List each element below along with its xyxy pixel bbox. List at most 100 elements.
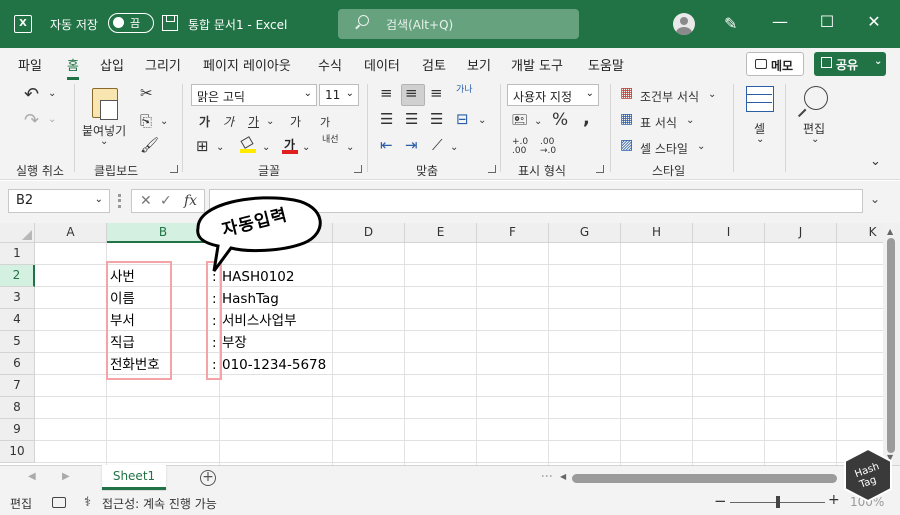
column-header[interactable]: K	[837, 223, 883, 243]
number-format-select[interactable]: 사용자 지정 ⌄	[507, 84, 599, 106]
row-header[interactable]: 5	[0, 331, 35, 353]
zoom-slider-knob[interactable]	[776, 496, 780, 508]
chevron-down-icon[interactable]: ⌄	[756, 134, 764, 145]
phonetic-button[interactable]: 내선	[322, 135, 339, 145]
conditional-format-icon[interactable]: ▦	[620, 85, 633, 101]
underline-dropdown-icon[interactable]: ⌄	[266, 116, 274, 127]
currency-icon[interactable]: 🖭	[512, 111, 527, 133]
name-box[interactable]: B2 ⌄	[8, 189, 110, 213]
row-header[interactable]: 7	[0, 375, 35, 397]
autosave-toggle[interactable]: 끔	[108, 13, 154, 33]
macro-record-icon[interactable]	[52, 497, 66, 508]
worksheet-grid[interactable]: A B C D E F G H I J K 1 2 3 4 5 6 7 8 9 …	[0, 223, 883, 465]
save-icon[interactable]	[162, 15, 178, 31]
cut-icon[interactable]: ✂	[140, 84, 153, 102]
tab-data[interactable]: 데이터	[364, 55, 400, 74]
zoom-out-icon[interactable]: −	[714, 492, 727, 510]
align-center-icon[interactable]: ☰	[405, 110, 418, 128]
tab-file[interactable]: 파일	[18, 55, 42, 74]
ribbon-collapse-icon[interactable]: ⌄	[870, 154, 881, 169]
underline-button[interactable]: 가	[248, 113, 259, 130]
tab-page-layout[interactable]: 페이지 레이아웃	[203, 55, 291, 74]
wrap-text-icon[interactable]: 가나	[456, 86, 473, 95]
orientation-dropdown-icon[interactable]: ⌄	[450, 142, 458, 153]
cell-c6[interactable]: 010-1234-5678	[222, 354, 326, 376]
tab-split-handle[interactable]: ⋮	[540, 470, 554, 482]
minimize-button[interactable]: —	[770, 12, 790, 31]
add-sheet-button[interactable]: +	[200, 470, 216, 486]
scroll-up-icon[interactable]: ▲	[887, 227, 893, 236]
tab-formulas[interactable]: 수식	[318, 55, 342, 74]
scroll-left-icon[interactable]: ◀	[560, 472, 566, 481]
vertical-scroll-thumb[interactable]	[887, 238, 895, 453]
column-header[interactable]: G	[549, 223, 621, 243]
chevron-down-icon[interactable]: ⌄	[686, 115, 694, 126]
column-header[interactable]: D	[333, 223, 405, 243]
maximize-button[interactable]: ☐	[817, 12, 837, 31]
border-icon[interactable]: ⊞	[196, 137, 209, 155]
format-painter-icon[interactable]: 🖌	[140, 136, 159, 154]
orientation-icon[interactable]: ⟋	[432, 136, 443, 154]
conditional-format-button[interactable]: 조건부 서식	[640, 88, 699, 105]
search-box[interactable]: 검색(Alt+Q)	[338, 9, 579, 39]
tab-view[interactable]: 보기	[467, 55, 491, 74]
decrease-decimal-icon[interactable]: .00 →.0	[540, 138, 556, 156]
comma-style-icon[interactable]: ,	[583, 108, 590, 129]
row-header[interactable]: 9	[0, 419, 35, 441]
font-color-icon[interactable]: 가	[282, 136, 298, 154]
chevron-down-icon[interactable]: ⌄	[697, 141, 705, 152]
font-color-dropdown-icon[interactable]: ⌄	[302, 142, 310, 153]
undo-icon[interactable]: ↶	[24, 84, 39, 105]
horizontal-scroll-thumb[interactable]	[572, 474, 837, 483]
column-header[interactable]: I	[693, 223, 765, 243]
increase-font-button[interactable]: 가	[290, 113, 301, 130]
memo-button[interactable]: 메모	[746, 52, 804, 76]
align-left-icon[interactable]: ☰	[380, 110, 393, 128]
chevron-down-icon[interactable]: ⌄	[708, 89, 716, 100]
border-dropdown-icon[interactable]: ⌄	[216, 142, 224, 153]
fill-color-icon[interactable]	[240, 136, 256, 153]
alignment-launcher-icon[interactable]	[488, 165, 496, 173]
sheet-tab-sheet1[interactable]: Sheet1	[102, 465, 166, 490]
column-header[interactable]: A	[35, 223, 107, 243]
clipboard-launcher-icon[interactable]	[170, 165, 178, 173]
font-launcher-icon[interactable]	[354, 165, 362, 173]
resize-handle[interactable]	[118, 194, 121, 208]
font-name-select[interactable]: 맑은 고딕 ⌄	[191, 84, 317, 106]
align-middle-icon[interactable]: ≡	[405, 84, 418, 102]
row-header[interactable]: 1	[0, 243, 35, 265]
tab-help[interactable]: 도움말	[588, 55, 624, 74]
row-header[interactable]: 6	[0, 353, 35, 375]
tab-home[interactable]: 홈	[67, 55, 79, 80]
enter-icon[interactable]: ✓	[160, 193, 172, 209]
select-all-button[interactable]	[0, 223, 35, 243]
merge-center-icon[interactable]: ⊟	[456, 110, 469, 128]
account-avatar[interactable]	[673, 13, 695, 35]
increase-indent-icon[interactable]: ⇥	[405, 136, 418, 154]
zoom-in-icon[interactable]: +	[828, 492, 840, 508]
find-icon[interactable]	[804, 86, 828, 110]
cell-c3[interactable]: HashTag	[222, 288, 279, 310]
tab-draw[interactable]: 그리기	[145, 55, 181, 74]
next-sheet-icon[interactable]: ▶	[62, 471, 70, 482]
currency-dropdown-icon[interactable]: ⌄	[534, 116, 542, 127]
italic-button[interactable]: 가	[223, 113, 234, 130]
font-size-select[interactable]: 11 ⌄	[319, 84, 359, 106]
copy-dropdown-icon[interactable]: ⌄	[160, 116, 168, 127]
chevron-down-icon[interactable]: ⌄	[874, 56, 882, 67]
column-header[interactable]: J	[765, 223, 837, 243]
row-header[interactable]: 10	[0, 441, 35, 463]
row-header[interactable]: 2	[0, 265, 35, 287]
tab-review[interactable]: 검토	[422, 55, 446, 74]
bold-button[interactable]: 가	[199, 113, 210, 130]
share-button[interactable]: 공유 ⌄	[814, 52, 886, 76]
tab-insert[interactable]: 삽입	[100, 55, 124, 74]
close-button[interactable]: ✕	[864, 12, 884, 31]
accessibility-status[interactable]: 접근성: 계속 진행 가능	[102, 495, 217, 512]
column-header[interactable]: F	[477, 223, 549, 243]
fill-color-dropdown-icon[interactable]: ⌄	[262, 142, 270, 153]
cell-c4[interactable]: 서비스사업부	[222, 310, 297, 332]
prev-sheet-icon[interactable]: ◀	[28, 471, 36, 482]
redo-dropdown-icon[interactable]: ⌄	[48, 114, 56, 125]
redo-icon[interactable]: ↷	[24, 110, 39, 131]
